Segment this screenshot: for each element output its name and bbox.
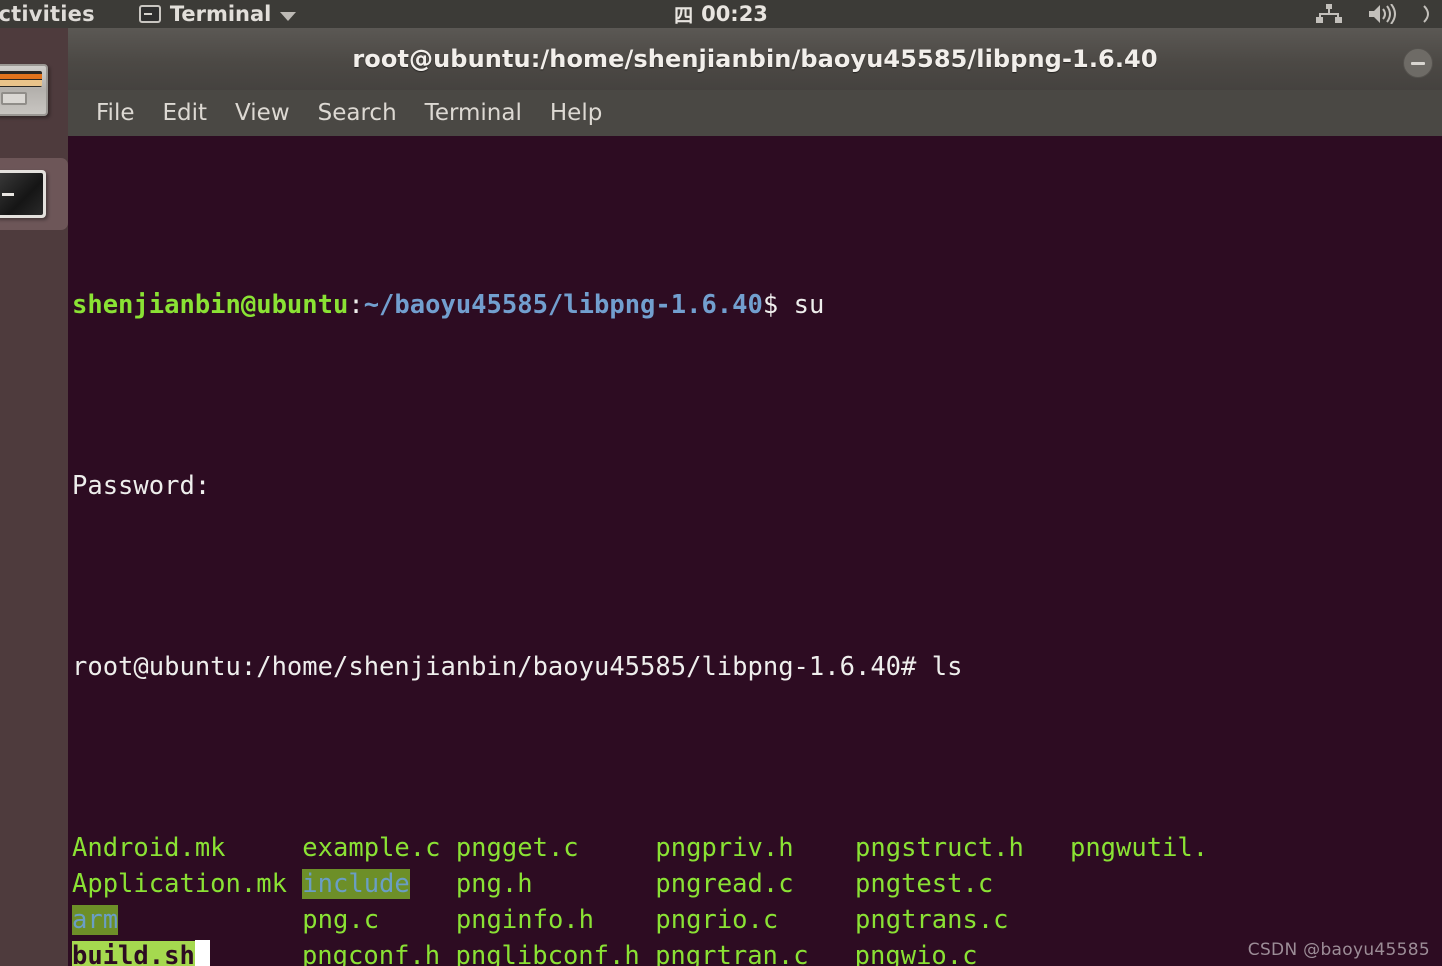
- ls-gap: [410, 869, 456, 899]
- ls-gap: [640, 941, 655, 966]
- ls-entry-file: pngtrans.c: [855, 905, 1009, 936]
- clock-time: 00:23: [701, 2, 768, 26]
- ls-output-row: Application.mk include png.h pngread.c p…: [72, 866, 1442, 902]
- ls-entry-file: pngwutil.: [1069, 832, 1209, 863]
- terminal-window: root@ubuntu:/home/shenjianbin/baoyu45585…: [68, 28, 1442, 966]
- volume-icon[interactable]: [1368, 4, 1396, 24]
- ls-output-row: arm png.c pnginfo.h pngrio.c pngtrans.c: [72, 902, 1442, 938]
- ls-entry-file: pngwio.c: [854, 941, 978, 966]
- ls-output-row: Android.mk example.c pngget.c pngpriv.h …: [72, 830, 1442, 866]
- ls-gap: [579, 833, 656, 863]
- ls-entry-file: Application.mk: [72, 869, 287, 899]
- password-prompt: Password:: [72, 470, 211, 501]
- ls-gap: [794, 833, 855, 863]
- terminal-output-area[interactable]: shenjianbin@ubuntu:~/baoyu45585/libpng-1…: [68, 136, 1442, 966]
- ls-gap: [210, 941, 302, 966]
- ls-gap: [226, 833, 303, 863]
- watermark: CSDN @baoyu45585: [1247, 940, 1430, 960]
- files-icon: [0, 64, 48, 116]
- ls-entry-directory: include: [302, 869, 410, 899]
- clock[interactable]: 四 00:23: [674, 1, 768, 28]
- prompt-user: shenjianbin@ubuntu: [72, 289, 349, 320]
- ls-entry-file: pngtest.c: [855, 869, 994, 899]
- ls-gap: [1024, 833, 1070, 863]
- app-menu[interactable]: Terminal: [138, 2, 297, 26]
- activities-button[interactable]: Activities: [0, 2, 95, 26]
- ls-output: Android.mk example.c pngget.c pngpriv.h …: [72, 830, 1442, 966]
- ls-gap: [440, 941, 455, 966]
- top-panel: Activities Terminal 四 00:23: [0, 0, 1442, 28]
- menu-item-view[interactable]: View: [221, 97, 304, 129]
- prompt-path: ~/baoyu45585/libpng-1.6.40: [363, 289, 763, 320]
- ls-entry-file: png.h: [455, 869, 533, 899]
- minimize-button[interactable]: [1403, 48, 1433, 78]
- menubar: File Edit View Search Terminal Help: [68, 90, 1442, 136]
- launcher-item-files[interactable]: [0, 54, 68, 126]
- ls-gap: [287, 869, 302, 899]
- ls-entry-file: pngrtran.c: [655, 941, 809, 966]
- ls-output-row: build.sh pngconf.h pnglibconf.h pngrtran…: [72, 938, 1442, 966]
- system-menu-icon[interactable]: [1422, 4, 1436, 24]
- ls-entry-file: pngpriv.h: [655, 832, 794, 863]
- terminal-icon: [0, 170, 46, 218]
- command-su: su: [793, 289, 825, 320]
- ls-entry-executable: build.sh: [72, 941, 195, 966]
- menu-item-terminal[interactable]: Terminal: [411, 97, 536, 129]
- launcher-item-terminal[interactable]: [0, 158, 68, 230]
- ls-gap: [809, 941, 855, 966]
- ls-entry-file: pngstruct.h: [855, 832, 1024, 863]
- menu-item-edit[interactable]: Edit: [149, 97, 222, 129]
- ls-gap: [594, 905, 655, 935]
- ls-gap: [118, 905, 302, 935]
- menu-item-search[interactable]: Search: [304, 97, 411, 129]
- ls-entry-file: pngread.c: [655, 869, 794, 899]
- app-menu-label: Terminal: [169, 2, 272, 26]
- system-tray: [1316, 4, 1436, 24]
- terminal-line: Password:: [72, 468, 1442, 504]
- ls-gap: [440, 833, 455, 863]
- prompt-sigil: $: [762, 289, 794, 320]
- ls-gap: [379, 905, 456, 935]
- command-ls: ls: [931, 651, 963, 682]
- terminal-icon: [138, 5, 161, 23]
- menu-item-help[interactable]: Help: [536, 97, 616, 129]
- unity-launcher: [0, 28, 68, 966]
- day-glyph: 四: [674, 4, 694, 27]
- chevron-down-icon: [280, 11, 297, 21]
- menu-item-file[interactable]: File: [82, 97, 149, 129]
- text-cursor: [194, 940, 210, 966]
- terminal-line: shenjianbin@ubuntu:~/baoyu45585/libpng-1…: [72, 287, 1442, 323]
- ls-entry-file: pngconf.h: [301, 941, 441, 966]
- network-icon[interactable]: [1316, 4, 1342, 24]
- window-titlebar[interactable]: root@ubuntu:/home/shenjianbin/baoyu45585…: [68, 28, 1442, 90]
- window-title: root@ubuntu:/home/shenjianbin/baoyu45585…: [352, 45, 1158, 73]
- ls-entry-file: Android.mk: [72, 832, 226, 863]
- ls-gap: [778, 905, 855, 935]
- ls-gap: [794, 869, 855, 899]
- ls-gap: [533, 869, 656, 899]
- ls-entry-file: pnginfo.h: [455, 905, 594, 936]
- root-prompt: root@ubuntu:/home/shenjianbin/baoyu45585…: [72, 651, 932, 682]
- ls-entry-file: pnglibconf.h: [455, 941, 640, 966]
- prompt-colon: :: [348, 289, 364, 320]
- ls-entry-directory: arm: [72, 905, 119, 936]
- ls-entry-file: pngget.c: [455, 832, 579, 863]
- ls-entry-file: png.c: [302, 905, 380, 936]
- terminal-line: root@ubuntu:/home/shenjianbin/baoyu45585…: [72, 649, 1442, 685]
- ls-entry-file: pngrio.c: [655, 905, 779, 936]
- ls-entry-file: example.c: [302, 832, 441, 863]
